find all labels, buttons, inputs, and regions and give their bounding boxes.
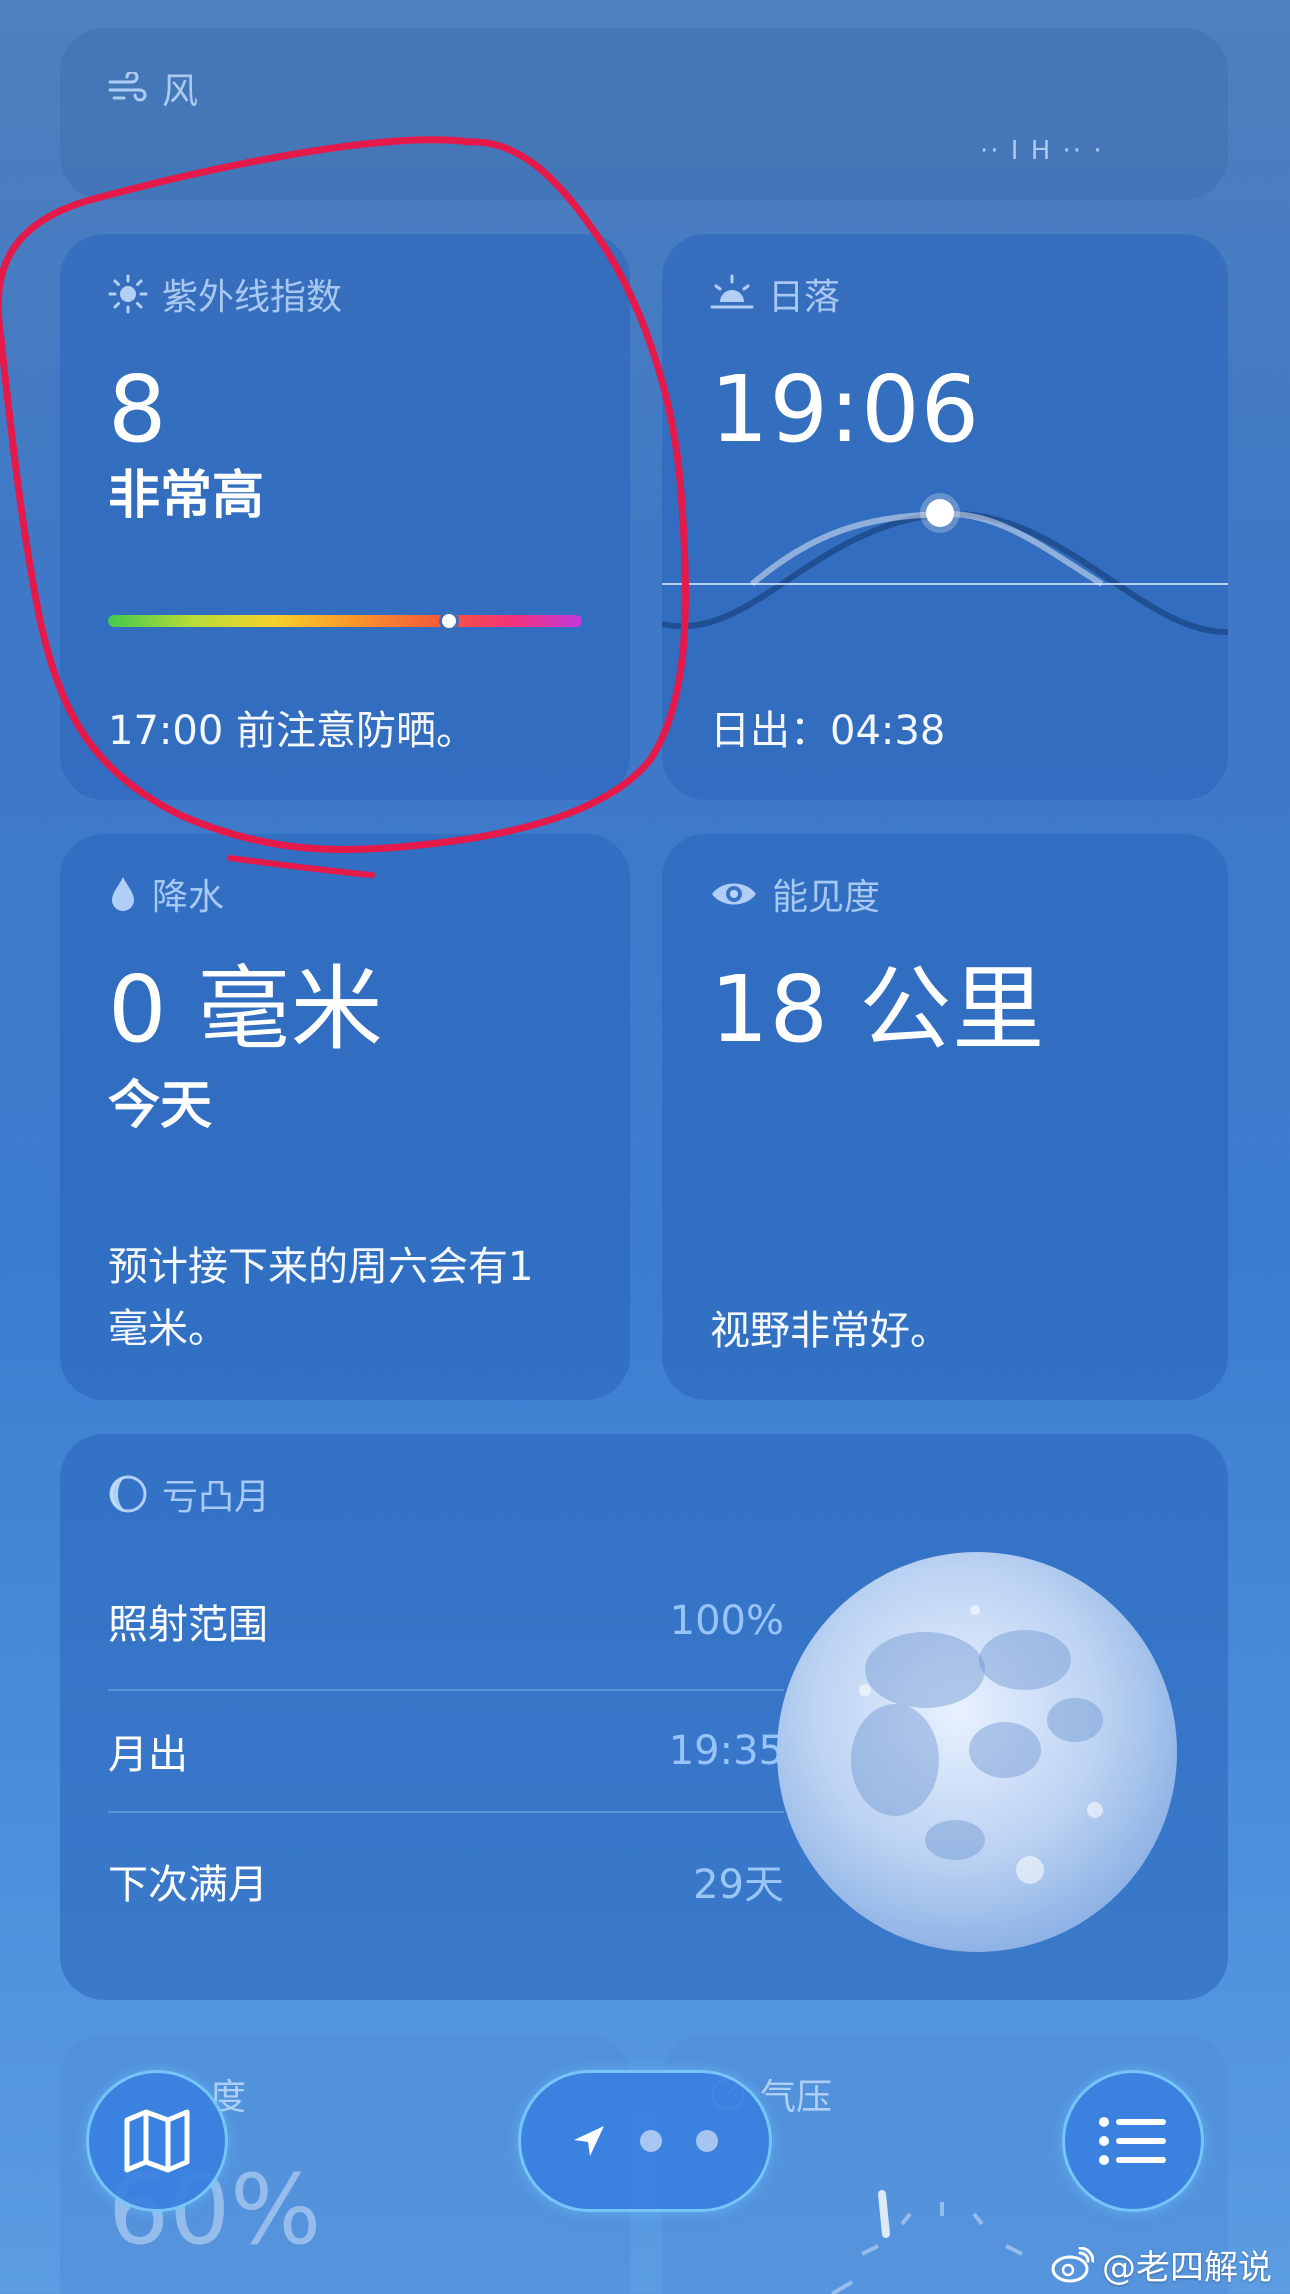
wind-card[interactable]: 风 ·· I H ·· · <box>60 28 1228 200</box>
moon-row-name: 月出 <box>108 1732 188 1778</box>
sun-path-graph <box>662 493 1228 636</box>
wind-label: 风 <box>162 71 199 112</box>
precipitation-card[interactable]: 降水 0 毫米 今天 预计接下来的周六会有1毫米。 <box>60 834 630 1400</box>
visibility-note: 视野非常好。 <box>710 1308 950 1354</box>
uv-scale-marker <box>439 611 460 631</box>
map-icon <box>124 2109 190 2173</box>
wind-card-header: 风 <box>108 62 198 114</box>
moon-row-name: 下次满月 <box>108 1862 268 1908</box>
moon-card-header: 亏凸月 <box>108 1468 270 1520</box>
visibility-card-header: 能见度 <box>710 868 880 920</box>
moon-phase-label: 亏凸月 <box>162 1477 271 1518</box>
uv-level: 非常高 <box>108 466 265 526</box>
watermark-text: @老四解说 <box>1102 2248 1272 2288</box>
wind-compass-faint: ·· I H ·· · <box>980 136 1104 166</box>
uv-card-header: 紫外线指数 <box>108 268 342 320</box>
precipitation-label: 降水 <box>152 877 225 918</box>
precipitation-note: 预计接下来的周六会有1毫米。 <box>108 1244 534 1352</box>
visibility-value: 18 公里 <box>710 956 1046 1063</box>
map-button[interactable] <box>86 2070 228 2212</box>
moon-row-value: 29天 <box>693 1862 784 1908</box>
sunset-time: 19:06 <box>710 356 981 463</box>
city-list-button[interactable] <box>1062 2070 1204 2212</box>
uv-value: 8 <box>108 356 168 463</box>
watermark: @老四解说 <box>1050 2240 1272 2289</box>
visibility-label: 能见度 <box>772 877 881 918</box>
uv-label: 紫外线指数 <box>162 277 343 318</box>
moon-row-next-full-moon: 下次满月 29天 <box>108 1816 784 1946</box>
moon-row-value: 19:35 <box>668 1728 784 1774</box>
moon-row-moonrise: 月出 19:35 <box>108 1686 784 1816</box>
uv-scale-bar <box>108 615 582 627</box>
sunset-card[interactable]: 日落 19:06 日出：04:38 <box>662 234 1228 800</box>
precipitation-card-header: 降水 <box>108 868 224 920</box>
location-pager[interactable] <box>518 2070 772 2212</box>
moon-row-illumination: 照射范围 100% <box>108 1556 784 1686</box>
raindrop-icon <box>112 877 134 911</box>
moon-phase-card[interactable]: 亏凸月 照射范围 100% 月出 19:35 下次满月 29天 <box>60 1434 1228 2000</box>
sunrise-time: 日出：04:38 <box>710 708 946 754</box>
page-dot[interactable] <box>696 2130 718 2152</box>
pressure-label: 气压 <box>760 2077 833 2118</box>
visibility-card[interactable]: 能见度 18 公里 视野非常好。 <box>662 834 1228 1400</box>
moon-phase-icon <box>109 1475 147 1513</box>
sunset-label: 日落 <box>768 277 841 318</box>
sunset-icon <box>710 274 754 309</box>
precipitation-amount: 0 毫米 <box>108 956 384 1063</box>
eye-icon <box>712 883 756 905</box>
divider <box>108 1811 784 1813</box>
weibo-logo-icon <box>1051 2246 1094 2282</box>
precipitation-period: 今天 <box>108 1076 213 1136</box>
moon-row-name: 照射范围 <box>108 1602 268 1648</box>
list-icon <box>1099 2117 1166 2165</box>
sunset-card-header: 日落 <box>710 268 840 320</box>
uv-index-card[interactable]: 紫外线指数 8 非常高 17:00 前注意防晒。 <box>60 234 630 800</box>
uv-note: 17:00 前注意防晒。 <box>108 708 476 754</box>
location-arrow-icon[interactable] <box>572 2124 606 2158</box>
page-dot[interactable] <box>640 2130 662 2152</box>
wind-icon <box>108 72 147 102</box>
sun-icon <box>108 274 148 314</box>
moon-row-value: 100% <box>669 1598 784 1644</box>
moon-image <box>777 1552 1177 1952</box>
